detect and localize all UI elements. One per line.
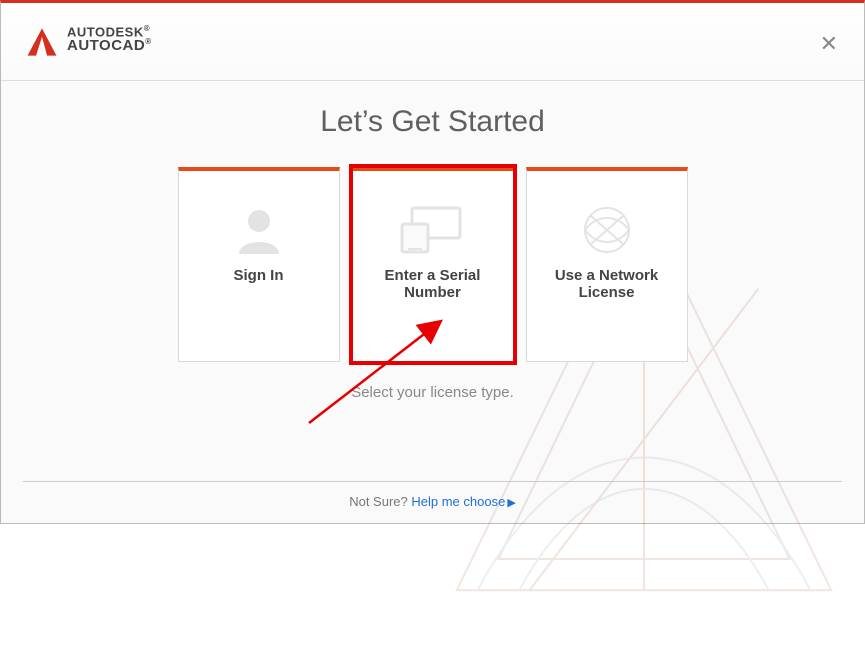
help-me-choose-link[interactable]: Help me choose [411, 494, 505, 509]
brand-line2: AUTOCAD [67, 37, 145, 54]
close-icon[interactable]: ✕ [820, 31, 838, 57]
brand-logo: AUTODESK® AUTOCAD® [25, 25, 152, 59]
person-icon [231, 193, 287, 267]
footer-prefix: Not Sure? [349, 494, 411, 509]
globe-network-icon [579, 193, 635, 267]
hint-text: Select your license type. [1, 384, 864, 401]
devices-icon [396, 193, 470, 267]
option-sign-in-label: Sign In [220, 267, 298, 284]
footer: Not Sure? Help me choose▶ [23, 481, 842, 509]
option-network-license[interactable]: Use a Network License [526, 167, 688, 362]
chevron-right-icon: ▶ [507, 497, 515, 509]
option-serial-number[interactable]: Enter a Serial Number [352, 167, 514, 362]
option-serial-label: Enter a Serial Number [353, 267, 513, 301]
header: AUTODESK® AUTOCAD® ✕ [1, 3, 864, 81]
option-sign-in[interactable]: Sign In [178, 167, 340, 362]
page-title: Let’s Get Started [1, 105, 864, 139]
option-network-label: Use a Network License [527, 267, 687, 301]
license-options: Sign In Enter a Serial Number [1, 167, 864, 362]
autodesk-logo-icon [25, 25, 59, 59]
